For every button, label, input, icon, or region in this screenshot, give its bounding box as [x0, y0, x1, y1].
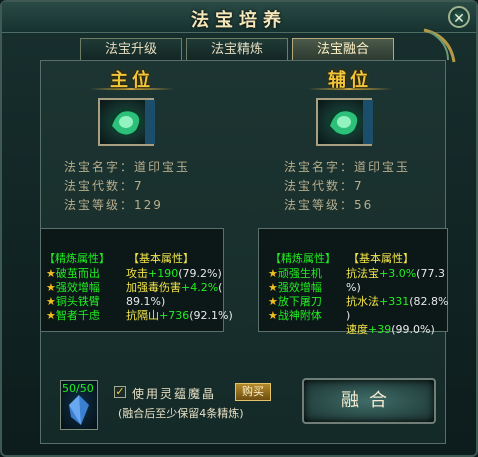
aux-refine-item: ★放下屠刀	[268, 295, 322, 308]
talisman-cultivation-window: 法宝培养 ✕ 法宝升级 法宝精炼 法宝融合 主位 法宝名字：道印宝玉 法宝代数：…	[0, 0, 478, 457]
aux-base-item-wrap: %)	[346, 281, 361, 294]
aux-base-item-wrap: )	[346, 309, 351, 322]
checkmark-icon: ✓	[115, 385, 125, 398]
main-generation-row: 法宝代数：7	[64, 179, 144, 193]
crystal-count: 50/50	[62, 382, 94, 395]
main-info: 法宝名字：道印宝玉 法宝代数：7 法宝等级：129	[64, 158, 190, 215]
aux-base-header: 【基本属性】	[348, 252, 414, 265]
star-icon: ★	[268, 281, 278, 294]
close-button[interactable]: ✕	[448, 6, 470, 28]
title-bar[interactable]: 法宝培养 ✕	[2, 2, 476, 33]
fuse-hint: (融合后至少保留4条精炼)	[118, 407, 244, 420]
aux-generation-row: 法宝代数：7	[284, 179, 364, 193]
star-icon: ★	[268, 295, 278, 308]
aux-base-item: 速度+39(99.0%)	[346, 323, 435, 336]
aux-info: 法宝名字：道印宝玉 法宝代数：7 法宝等级：56	[284, 158, 410, 215]
tab-refine[interactable]: 法宝精炼	[186, 38, 288, 60]
main-level-row: 法宝等级：129	[64, 198, 163, 212]
aux-name-row: 法宝名字：道印宝玉	[284, 160, 411, 174]
aux-level-row: 法宝等级：56	[284, 198, 374, 212]
main-position-label: 主位	[110, 70, 154, 91]
main-refine-item: ★破茧而出	[46, 267, 100, 280]
star-icon: ★	[46, 281, 56, 294]
aux-slot-arrow-icon[interactable]	[363, 100, 373, 144]
main-base-item: 加强毒伤害+4.2%(	[126, 281, 223, 294]
star-icon: ★	[46, 295, 56, 308]
aux-refine-item: ★顽强生机	[268, 267, 322, 280]
close-icon: ✕	[453, 11, 465, 27]
tab-upgrade[interactable]: 法宝升级	[80, 38, 182, 60]
main-refine-item: ★智者千虑	[46, 309, 100, 322]
aux-base-item: 抗水法+331(82.8%	[346, 295, 449, 308]
window-title: 法宝培养	[191, 10, 287, 31]
aux-position-label: 辅位	[328, 70, 372, 91]
star-icon: ★	[46, 267, 56, 280]
star-icon: ★	[268, 309, 278, 322]
aux-base-item: 抗法宝+3.0%(77.3	[346, 267, 445, 280]
use-crystal-label: 使用灵蕴魔晶	[132, 387, 217, 401]
buy-button[interactable]: 购买	[235, 383, 271, 401]
aux-refine-item: ★强效增幅	[268, 281, 322, 294]
main-refine-item: ★强效增幅	[46, 281, 100, 294]
main-refine-item: ★铜头铁臂	[46, 295, 100, 308]
aux-refine-item: ★战神附体	[268, 309, 322, 322]
main-base-item: 攻击+190(79.2%)	[126, 267, 222, 280]
main-base-item-wrap: 89.1%)	[126, 295, 166, 308]
use-crystal-checkbox[interactable]: ✓	[114, 386, 126, 398]
tab-fuse[interactable]: 法宝融合	[292, 38, 394, 60]
fuse-button[interactable]: 融合	[302, 378, 436, 424]
star-icon: ★	[46, 309, 56, 322]
aux-refine-header: 【精炼属性】	[270, 252, 336, 265]
main-slot-arrow-icon[interactable]	[145, 100, 155, 144]
main-base-item: 抗隔山+736(92.1%)	[126, 309, 233, 322]
star-icon: ★	[268, 267, 278, 280]
main-name-row: 法宝名字：道印宝玉	[64, 160, 191, 174]
main-refine-header: 【精炼属性】	[44, 252, 110, 265]
main-base-header: 【基本属性】	[128, 252, 194, 265]
